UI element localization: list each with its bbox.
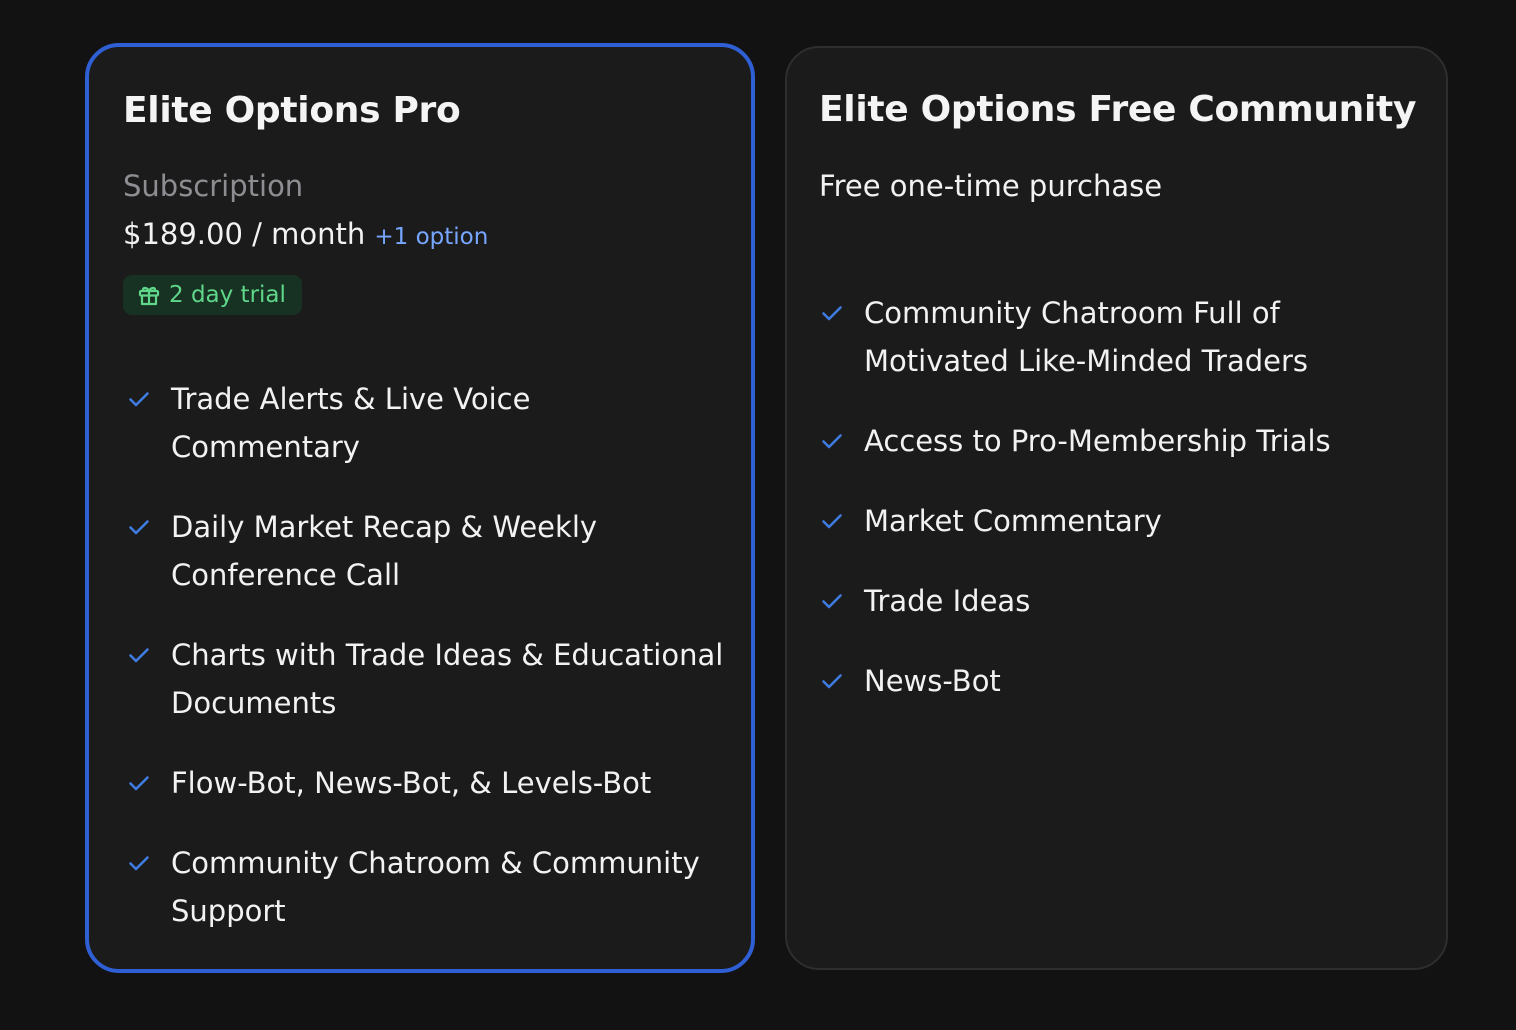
feature-item: Daily Market Recap & Weekly Conference C…	[127, 503, 727, 599]
feature-item: Flow-Bot, News-Bot, & Levels-Bot	[127, 759, 727, 807]
check-icon	[129, 392, 149, 407]
feature-list: Community Chatroom Full of Motivated Lik…	[820, 289, 1430, 737]
plan-title: Elite Options Pro	[123, 90, 461, 131]
feature-item: Community Chatroom & Community Support	[127, 839, 727, 935]
feature-item: Market Commentary	[820, 497, 1430, 545]
feature-label: Trade Ideas	[864, 584, 1031, 618]
feature-label: Trade Alerts & Live Voice Commentary	[171, 382, 531, 464]
feature-label: Community Chatroom & Community Support	[171, 846, 700, 928]
check-icon	[129, 520, 149, 535]
feature-label: News-Bot	[864, 664, 1001, 698]
gift-icon	[138, 286, 160, 306]
check-icon	[822, 594, 842, 609]
more-options-link[interactable]: +1 option	[374, 224, 488, 250]
price-row: $189.00 / month +1 option	[123, 217, 488, 251]
check-icon	[822, 306, 842, 321]
billing-type-label: Subscription	[123, 169, 304, 203]
price-label: $189.00 / month	[123, 217, 366, 251]
feature-item: Access to Pro-Membership Trials	[820, 417, 1430, 465]
trial-badge: 2 day trial	[123, 275, 302, 315]
check-icon	[822, 674, 842, 689]
check-icon	[822, 514, 842, 529]
feature-label: Community Chatroom Full of Motivated Lik…	[864, 296, 1309, 378]
feature-item: Trade Alerts & Live Voice Commentary	[127, 375, 727, 471]
feature-item: Charts with Trade Ideas & Educational Do…	[127, 631, 727, 727]
plan-title: Elite Options Free Community	[819, 89, 1417, 130]
feature-label: Daily Market Recap & Weekly Conference C…	[171, 510, 598, 592]
check-icon	[129, 856, 149, 871]
feature-item: News-Bot	[820, 657, 1430, 705]
feature-label: Charts with Trade Ideas & Educational Do…	[171, 638, 724, 720]
feature-item: Community Chatroom Full of Motivated Lik…	[820, 289, 1430, 385]
feature-label: Access to Pro-Membership Trials	[864, 424, 1331, 458]
plan-card-free[interactable]: Elite Options Free Community Free one-ti…	[785, 46, 1448, 970]
feature-list: Trade Alerts & Live Voice Commentary Dai…	[127, 375, 727, 967]
feature-label: Market Commentary	[864, 504, 1162, 538]
check-icon	[822, 434, 842, 449]
plan-description: Free one-time purchase	[819, 169, 1163, 203]
check-icon	[129, 648, 149, 663]
plan-card-pro[interactable]: Elite Options Pro Subscription $189.00 /…	[85, 43, 755, 973]
check-icon	[129, 776, 149, 791]
trial-label: 2 day trial	[169, 282, 286, 308]
feature-label: Flow-Bot, News-Bot, & Levels-Bot	[171, 766, 652, 800]
feature-item: Trade Ideas	[820, 577, 1430, 625]
